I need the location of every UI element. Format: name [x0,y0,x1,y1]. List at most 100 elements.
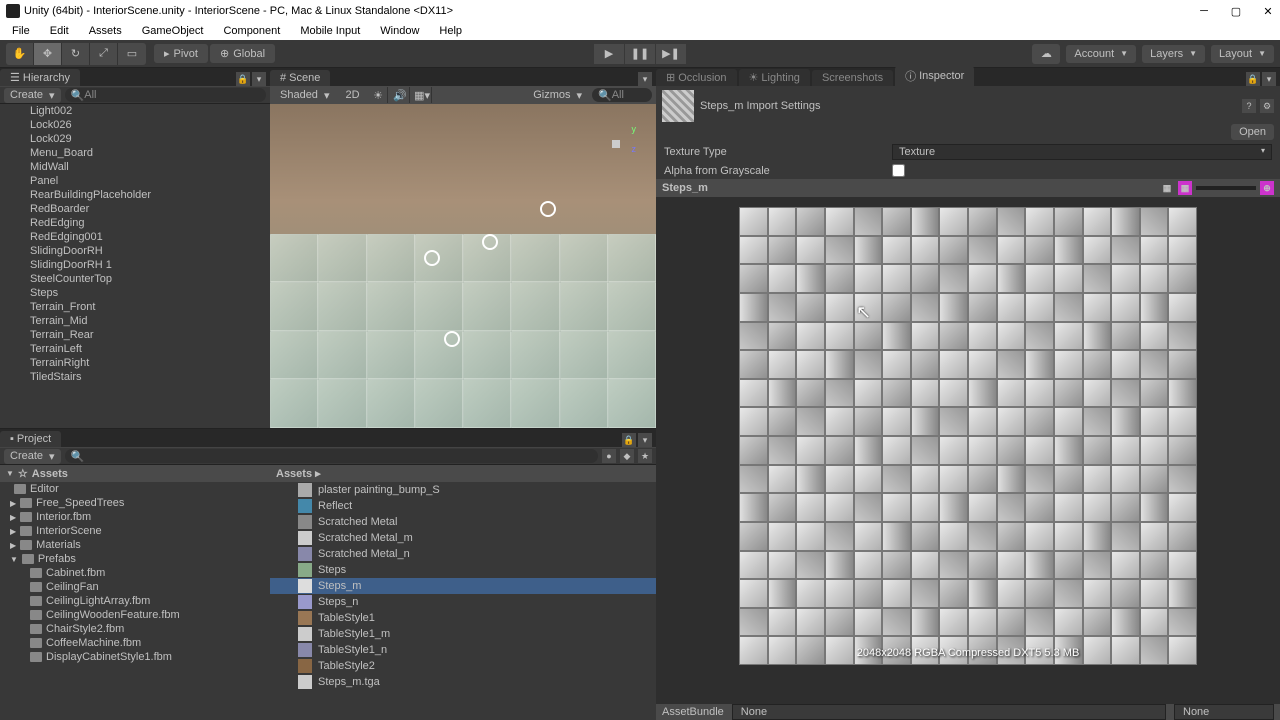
tree-item[interactable]: ▶Materials [0,538,270,552]
cloud-button[interactable]: ☁ [1032,44,1060,64]
tab-screenshots[interactable]: Screenshots [812,70,893,86]
menu-window[interactable]: Window [372,23,427,39]
asset-item[interactable]: Steps_n [270,594,656,610]
scene-audio-icon[interactable]: 🔊 [392,87,410,103]
tree-item[interactable]: Cabinet.fbm [0,566,270,580]
tree-item[interactable]: ▶Free_SpeedTrees [0,496,270,510]
pause-button[interactable]: ❚❚ [625,44,655,64]
asset-item[interactable]: TableStyle1_n [270,642,656,658]
asset-item[interactable]: Scratched Metal_n [270,546,656,562]
menu-file[interactable]: File [4,23,38,39]
hierarchy-item[interactable]: Terrain_Mid [30,314,270,328]
menu-edit[interactable]: Edit [42,23,77,39]
light-gizmo-icon[interactable] [540,201,556,217]
asset-item[interactable]: TableStyle2 [270,658,656,674]
inspector-lock-icon[interactable]: 🔒 [1246,72,1260,86]
hierarchy-item[interactable]: SlidingDoorRH 1 [30,258,270,272]
hierarchy-menu-icon[interactable]: ▾ [252,72,266,86]
texture-preview[interactable]: 2048x2048 RGBA Compressed DXT5 5.3 MB ↖ [656,197,1280,704]
2d-toggle[interactable]: 2D [339,88,365,102]
hierarchy-item[interactable]: TiledStairs [30,370,270,384]
hierarchy-item[interactable]: MidWall [30,160,270,174]
scene-light-icon[interactable]: ☀ [370,87,388,103]
settings-gear-icon[interactable]: ⚙ [1260,99,1274,113]
asset-item[interactable]: plaster painting_bump_S [270,482,656,498]
project-create-dropdown[interactable]: Create ▾ [4,449,61,464]
menu-assets[interactable]: Assets [81,23,130,39]
hierarchy-item[interactable]: SteelCounterTop [30,272,270,286]
tree-item[interactable]: CoffeeMachine.fbm [0,636,270,650]
hierarchy-item[interactable]: RearBuildingPlaceholder [30,188,270,202]
play-button[interactable]: ▶ [594,44,624,64]
hierarchy-item[interactable]: Lock026 [30,118,270,132]
tab-project[interactable]: ▪ Project [0,431,61,447]
rotate-tool[interactable]: ↻ [62,43,90,65]
preview-rgba-icon[interactable]: ▦ [1178,181,1192,195]
asset-item[interactable]: TableStyle1_m [270,626,656,642]
filter-type-icon[interactable]: ◆ [620,449,634,463]
project-tree[interactable]: ▼☆ Assets Editor▶Free_SpeedTrees▶Interio… [0,465,270,696]
tree-item[interactable]: CeilingLightArray.fbm [0,594,270,608]
project-search[interactable]: 🔍 [65,449,598,463]
gizmos-dropdown[interactable]: Gizmos ▾ [527,88,588,103]
hierarchy-item[interactable]: Menu_Board [30,146,270,160]
hierarchy-item[interactable]: Steps [30,286,270,300]
tab-lighting[interactable]: ☀ Lighting [739,69,810,86]
filter-icon[interactable]: ● [602,449,616,463]
shading-dropdown[interactable]: Shaded ▾ [274,88,335,103]
hierarchy-item[interactable]: Terrain_Rear [30,328,270,342]
asset-item[interactable]: TableStyle1 [270,610,656,626]
hierarchy-item[interactable]: SlidingDoorRH [30,244,270,258]
project-menu-icon[interactable]: ▾ [638,433,652,447]
menu-gameobject[interactable]: GameObject [134,23,212,39]
hierarchy-item[interactable]: RedEdging001 [30,230,270,244]
layout-dropdown[interactable]: Layout▼ [1211,45,1274,63]
help-icon[interactable]: ? [1242,99,1256,113]
rect-tool[interactable]: ▭ [118,43,146,65]
pivot-toggle[interactable]: ▸Pivot [154,44,208,63]
hierarchy-item[interactable]: RedEdging [30,216,270,230]
scene-fx-icon[interactable]: ▦▾ [414,87,432,103]
scene-search[interactable]: 🔍All [592,88,652,102]
global-toggle[interactable]: ⊕Global [210,44,275,63]
close-button[interactable]: ✕ [1262,5,1274,17]
tree-item[interactable]: CeilingFan [0,580,270,594]
asset-item[interactable]: Scratched Metal_m [270,530,656,546]
hierarchy-item[interactable]: RedBoarder [30,202,270,216]
breadcrumb[interactable]: Assets ▸ [270,465,656,482]
asset-item[interactable]: Steps [270,562,656,578]
open-button[interactable]: Open [1231,124,1274,140]
tab-hierarchy[interactable]: ☰ Hierarchy [0,69,80,86]
light-gizmo-icon[interactable] [444,331,460,347]
hierarchy-item[interactable]: Lock029 [30,132,270,146]
menu-component[interactable]: Component [215,23,288,39]
hierarchy-item[interactable]: TerrainRight [30,356,270,370]
minimize-button[interactable]: ─ [1198,5,1210,17]
hierarchy-item[interactable]: Terrain_Front [30,300,270,314]
orientation-gizmo[interactable]: y z [596,124,636,164]
light-gizmo-icon[interactable] [482,234,498,250]
hierarchy-item[interactable]: Panel [30,174,270,188]
project-assets[interactable]: Assets ▸ plaster painting_bump_SReflectS… [270,465,656,696]
hierarchy-list[interactable]: Light002Lock026Lock029Menu_BoardMidWallP… [0,104,270,428]
mip-slider[interactable] [1196,186,1256,190]
hierarchy-search[interactable]: 🔍All [65,88,266,102]
alpha-grayscale-checkbox[interactable] [892,164,905,177]
account-dropdown[interactable]: Account▼ [1066,45,1136,63]
tab-inspector[interactable]: ⓘ Inspector [895,66,974,86]
hierarchy-item[interactable]: Light002 [30,104,270,118]
hierarchy-item[interactable]: TerrainLeft [30,342,270,356]
scene-menu-icon[interactable]: ▾ [638,72,652,86]
preview-zoom-icon[interactable]: ⊕ [1260,181,1274,195]
save-filter-icon[interactable]: ★ [638,449,652,463]
scene-view[interactable]: y z [270,104,656,428]
tree-item[interactable]: ▶InteriorScene [0,524,270,538]
tree-item[interactable]: CeilingWoodenFeature.fbm [0,608,270,622]
tab-scene[interactable]: # Scene [270,70,330,86]
preview-mode-icon[interactable]: ▦ [1160,181,1174,195]
tab-occlusion[interactable]: ⊞ Occlusion [656,69,737,86]
hierarchy-lock-icon[interactable]: 🔒 [236,72,250,86]
menu-help[interactable]: Help [431,23,470,39]
assetbundle-name-dropdown[interactable]: None [732,704,1166,720]
asset-item[interactable]: Steps_m.tga [270,674,656,690]
